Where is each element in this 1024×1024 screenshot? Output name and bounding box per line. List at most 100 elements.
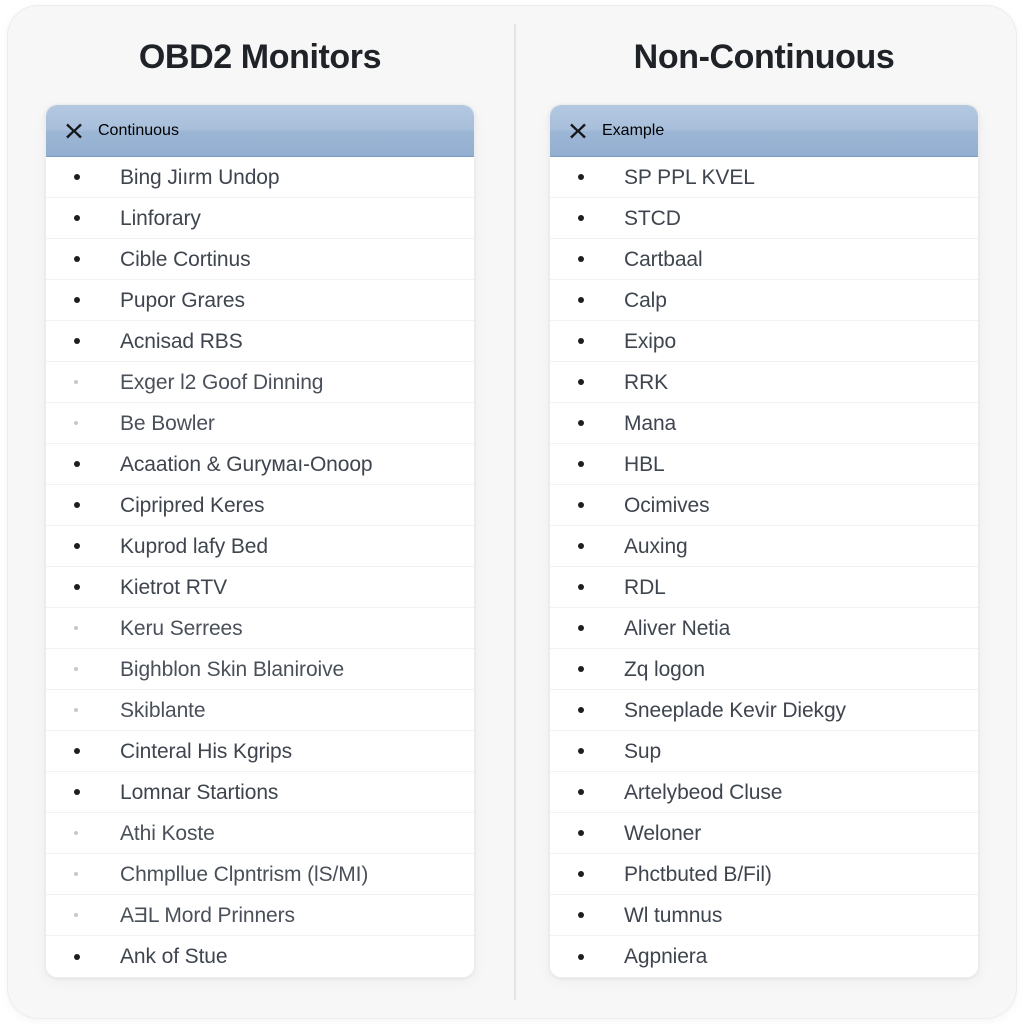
bullet-icon: [74, 215, 80, 221]
bullet-icon: [74, 789, 80, 795]
list-item[interactable]: Artelybeod Cluse: [550, 772, 978, 813]
bullet-icon: [74, 667, 78, 671]
list-item[interactable]: STCD: [550, 198, 978, 239]
list-item[interactable]: Cible Cortinus: [46, 239, 474, 280]
list-item[interactable]: Cinteral His Kgrips: [46, 731, 474, 772]
bullet-icon: [74, 380, 78, 384]
list-item[interactable]: Auxing: [550, 526, 978, 567]
list-item[interactable]: SP PPL KVEL: [550, 157, 978, 198]
list-item[interactable]: Agpniera: [550, 936, 978, 977]
list-item-label: Bing Jiırm Undop: [120, 165, 280, 189]
bullet-icon: [578, 256, 584, 262]
list-item[interactable]: Bing Jiırm Undop: [46, 157, 474, 198]
list-item-label: Chmpllue Clpntrism (lS/MI): [120, 862, 369, 886]
list-item[interactable]: Athi Koste: [46, 813, 474, 854]
list-item[interactable]: Be Bowler: [46, 403, 474, 444]
list-item-label: Acnisad RBS: [120, 329, 243, 353]
bullet-icon: [74, 913, 78, 917]
list-item[interactable]: Acaation & Guryмaı-Onoop: [46, 444, 474, 485]
list-item-label: RDL: [624, 575, 666, 599]
bullet-icon: [74, 338, 80, 344]
list-item-label: Linforary: [120, 206, 201, 230]
list-item[interactable]: Acnisad RBS: [46, 321, 474, 362]
list-item-label: Artelybeod Cluse: [624, 780, 783, 804]
list-item[interactable]: Chmpllue Clpntrism (lS/MI): [46, 854, 474, 895]
bullet-icon: [578, 297, 584, 303]
list-item-label: Weloner: [624, 821, 702, 845]
list-item[interactable]: RRK: [550, 362, 978, 403]
bullet-icon: [74, 584, 80, 590]
list-item-label: Kietrot RTV: [120, 575, 228, 599]
bullet-icon: [578, 912, 584, 918]
bullet-icon: [578, 830, 584, 836]
list-item-label: Cartbaal: [624, 247, 703, 271]
list-item-label: Kuprod lafy Bed: [120, 534, 268, 558]
list-item[interactable]: Ocimives: [550, 485, 978, 526]
list-item-label: Keru Serrees: [120, 616, 243, 640]
list-item[interactable]: Mana: [550, 403, 978, 444]
bullet-icon: [578, 953, 584, 960]
list-item-label: Cipripred Keres: [120, 493, 265, 517]
bullet-icon: [74, 421, 78, 425]
list-item-label: Mana: [624, 411, 677, 435]
columns-container: OBD2 Monitors Continuous Bing Jiırm Undo…: [8, 6, 1016, 1018]
list-item[interactable]: Weloner: [550, 813, 978, 854]
list-item-label: Aliver Netia: [624, 616, 731, 640]
list-item[interactable]: AƎL Mord Prinners: [46, 895, 474, 936]
list-item[interactable]: Sup: [550, 731, 978, 772]
list-item[interactable]: Aliver Netia: [550, 608, 978, 649]
list-item[interactable]: Ank of Stue: [46, 936, 474, 977]
list-item[interactable]: Sneeplade Kevir Diekgy: [550, 690, 978, 731]
list-item[interactable]: Kuprod lafy Bed: [46, 526, 474, 567]
card-header-continuous[interactable]: Continuous: [46, 105, 474, 157]
list-item-label: Skiblante: [120, 698, 206, 722]
bullet-icon: [74, 461, 80, 467]
bullet-icon: [74, 256, 80, 262]
list-item-label: Calp: [624, 288, 667, 312]
list-item-label: Pupor Grares: [120, 288, 245, 312]
list-item-label: Lomnar Startions: [120, 780, 279, 804]
list-item[interactable]: Pupor Grares: [46, 280, 474, 321]
list-item[interactable]: Kietrot RTV: [46, 567, 474, 608]
list-item[interactable]: Wl tumnus: [550, 895, 978, 936]
page-title-right: Non-Continuous: [633, 38, 895, 76]
list-item-label: Phctbuted B/Fil): [624, 862, 772, 886]
page-title-left: OBD2 Monitors: [138, 38, 382, 76]
card-header-example[interactable]: Example: [550, 105, 978, 157]
bullet-icon: [74, 626, 78, 630]
bullet-icon: [74, 831, 78, 835]
list-item[interactable]: Calp: [550, 280, 978, 321]
list-item[interactable]: Exipo: [550, 321, 978, 362]
list-item-label: Exipo: [624, 329, 677, 353]
list-item[interactable]: Bighblon Skin Blaniroive: [46, 649, 474, 690]
list-item-label: HBL: [624, 452, 665, 476]
list-item[interactable]: Linforary: [46, 198, 474, 239]
bullet-icon: [578, 543, 584, 549]
list-item[interactable]: Phctbuted B/Fil): [550, 854, 978, 895]
list-item-label: Wl tumnus: [624, 903, 723, 927]
bullet-icon: [578, 625, 584, 631]
list-item[interactable]: Exger l2 Goof Dinning: [46, 362, 474, 403]
bullet-icon: [74, 502, 80, 508]
bullet-icon: [578, 789, 584, 795]
list-item[interactable]: Cipripred Keres: [46, 485, 474, 526]
list-item[interactable]: Zq logon: [550, 649, 978, 690]
list-item-label: SP PPL KVEL: [624, 165, 755, 189]
bullet-icon: [578, 420, 584, 426]
bullet-icon: [74, 953, 80, 960]
list-item[interactable]: Keru Serrees: [46, 608, 474, 649]
list-item-label: Be Bowler: [120, 411, 215, 435]
list-item[interactable]: Cartbaal: [550, 239, 978, 280]
column-obd2-monitors: OBD2 Monitors Continuous Bing Jiırm Undo…: [8, 6, 512, 1018]
list-item-label: Ank of Stue: [120, 945, 228, 968]
bullet-icon: [74, 708, 78, 712]
list-item-label: STCD: [624, 206, 681, 230]
list-item[interactable]: Lomnar Startions: [46, 772, 474, 813]
list-item[interactable]: Skiblante: [46, 690, 474, 731]
list-item-label: Auxing: [624, 534, 688, 558]
list-item[interactable]: RDL: [550, 567, 978, 608]
list-item[interactable]: HBL: [550, 444, 978, 485]
list-item-label: Acaation & Guryмaı-Onoop: [120, 452, 373, 476]
card-continuous: Continuous Bing Jiırm Undop Linforary Cibl…: [45, 104, 475, 978]
list-item-label: Bighblon Skin Blaniroive: [120, 657, 345, 681]
